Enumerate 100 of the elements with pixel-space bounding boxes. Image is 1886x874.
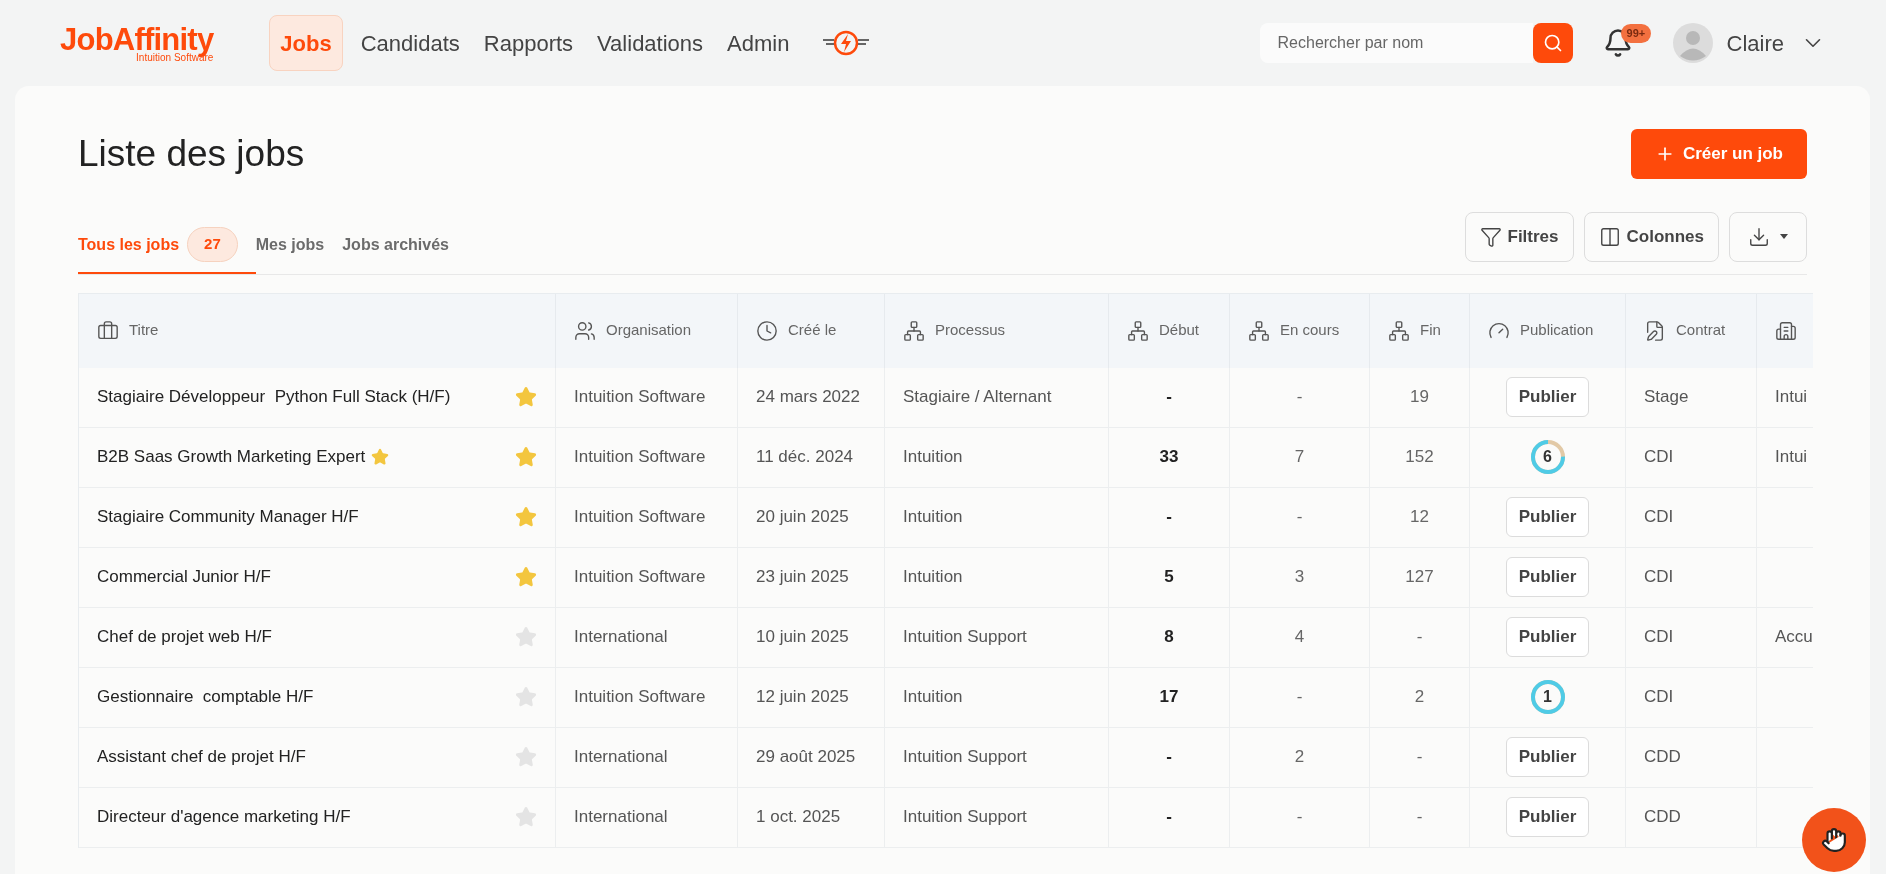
- table-cell: Intuition Support: [885, 607, 1109, 667]
- table-cell: 33: [1109, 427, 1230, 487]
- table-cell: 2: [1230, 727, 1370, 787]
- publish-button[interactable]: Publier: [1505, 797, 1590, 837]
- table-cell: International: [556, 787, 738, 847]
- favorite-star-icon[interactable]: [515, 566, 537, 588]
- table-cell: Stage: [1626, 367, 1757, 427]
- column-header[interactable]: Publication: [1520, 319, 1594, 342]
- favorite-star-icon[interactable]: [515, 626, 537, 648]
- table-cell: 8: [1109, 607, 1230, 667]
- nav-tab[interactable]: Validations: [591, 15, 710, 71]
- table-cell: 12: [1370, 487, 1470, 547]
- job-title[interactable]: B2B Saas Growth Marketing Expert: [97, 444, 366, 470]
- nav-tab[interactable]: Admin: [721, 15, 796, 71]
- table-cell: 12 juin 2025: [738, 667, 885, 727]
- table-cell: 7: [1230, 427, 1370, 487]
- publish-button[interactable]: Publier: [1505, 497, 1590, 537]
- table-cell: -: [1230, 787, 1370, 847]
- job-title[interactable]: Assistant chef de projet H/F: [97, 744, 306, 770]
- favorite-star-icon[interactable]: [515, 746, 537, 768]
- table-cell: -: [1230, 667, 1370, 727]
- lightning-emblem-icon[interactable]: [821, 28, 872, 58]
- table-cell: 29 août 2025: [738, 727, 885, 787]
- table-cell: Intuition Support: [885, 787, 1109, 847]
- table-cell: 20 juin 2025: [738, 487, 885, 547]
- download-button[interactable]: [1729, 211, 1807, 262]
- publication-ring[interactable]: 6: [1528, 438, 1567, 476]
- publish-button[interactable]: Publier: [1505, 557, 1590, 597]
- job-title[interactable]: Stagiaire Développeur Python Full Stack (H/F): [97, 384, 451, 410]
- job-title[interactable]: Commercial Junior H/F: [97, 564, 271, 590]
- column-header[interactable]: Créé le: [788, 319, 837, 342]
- table-cell: Intuition: [885, 427, 1109, 487]
- table-cell: 11 déc. 2024: [738, 427, 885, 487]
- table-cell: 24 mars 2022: [738, 367, 885, 427]
- publish-button[interactable]: Publier: [1505, 617, 1590, 657]
- favorite-star-icon[interactable]: [515, 686, 537, 708]
- search-field[interactable]: Rechercher par nom: [1259, 23, 1533, 63]
- filter-tab[interactable]: Jobs archivés: [342, 217, 467, 274]
- page-title: Liste des jobs: [78, 132, 305, 176]
- column-header[interactable]: Contrat: [1676, 319, 1726, 342]
- table-cell: Intuition Software: [556, 667, 738, 727]
- table-cell: 127: [1370, 547, 1470, 607]
- table-cell: 19: [1370, 367, 1470, 427]
- filter-icon: [1479, 225, 1502, 248]
- table-cell: Intuition Software: [556, 487, 738, 547]
- table-cell: 3: [1230, 547, 1370, 607]
- table-cell: 1 oct. 2025: [738, 787, 885, 847]
- favorite-star-icon[interactable]: [515, 806, 537, 828]
- table-cell: -: [1109, 787, 1230, 847]
- table-cell: Intuition: [885, 667, 1109, 727]
- favorite-star-icon[interactable]: [515, 386, 537, 408]
- filter-tab[interactable]: Mes jobs: [255, 217, 343, 274]
- table-cell-text: Intui: [1775, 386, 1808, 409]
- table-cell: -: [1370, 607, 1470, 667]
- table-cell: 2: [1370, 667, 1470, 727]
- favorite-star-icon[interactable]: [515, 446, 537, 468]
- column-header[interactable]: Fin: [1420, 319, 1441, 342]
- table-cell: -: [1370, 787, 1470, 847]
- columns-button[interactable]: Colonnes: [1583, 211, 1719, 262]
- search-icon: [1542, 33, 1563, 53]
- table-cell: 5: [1109, 547, 1230, 607]
- column-header[interactable]: Début: [1159, 319, 1200, 342]
- table-cell: -: [1230, 487, 1370, 547]
- favorite-star-icon[interactable]: [515, 506, 537, 528]
- column-header[interactable]: Titre: [129, 319, 159, 342]
- caret-icon: [1780, 234, 1788, 239]
- job-title[interactable]: Directeur d'agence marketing H/F: [97, 804, 351, 830]
- column-header[interactable]: En cours: [1280, 319, 1340, 342]
- column-icon: [574, 319, 596, 342]
- nav-tab[interactable]: Rapports: [477, 15, 580, 71]
- column-icon: [1388, 319, 1410, 342]
- column-icon: [1644, 319, 1666, 342]
- column-icon: [1127, 319, 1149, 342]
- publish-button[interactable]: Publier: [1505, 737, 1590, 777]
- table-cell: -: [1230, 367, 1370, 427]
- table-cell: International: [556, 607, 738, 667]
- table-cell: -: [1109, 487, 1230, 547]
- building-icon: [1775, 319, 1797, 342]
- table-cell: Intuition: [885, 487, 1109, 547]
- column-icon: [1248, 319, 1270, 342]
- table-cell-text: Accu: [1775, 626, 1813, 649]
- avatar-icon[interactable]: [1672, 23, 1713, 63]
- table-cell-text: Intui: [1775, 446, 1808, 469]
- nav-tab[interactable]: Candidats: [354, 15, 466, 71]
- table-cell: Stagiaire / Alternant: [885, 367, 1109, 427]
- filters-button[interactable]: Filtres: [1464, 211, 1574, 262]
- publish-button[interactable]: Publier: [1505, 377, 1590, 417]
- table-cell: CDI: [1626, 607, 1757, 667]
- table-cell: 17: [1109, 667, 1230, 727]
- search-button[interactable]: [1532, 23, 1573, 63]
- job-title[interactable]: Gestionnaire comptable H/F: [97, 684, 314, 710]
- columns-icon: [1598, 225, 1621, 248]
- column-header[interactable]: Processus: [935, 319, 1006, 342]
- count-badge: 27: [187, 227, 238, 262]
- job-title[interactable]: Stagiaire Community Manager H/F: [97, 504, 359, 530]
- download-icon: [1748, 225, 1770, 248]
- job-title[interactable]: Chef de projet web H/F: [97, 624, 272, 650]
- publication-ring[interactable]: 1: [1528, 678, 1567, 716]
- column-header[interactable]: Organisation: [606, 319, 692, 342]
- user-name[interactable]: Claire: [1726, 26, 1784, 60]
